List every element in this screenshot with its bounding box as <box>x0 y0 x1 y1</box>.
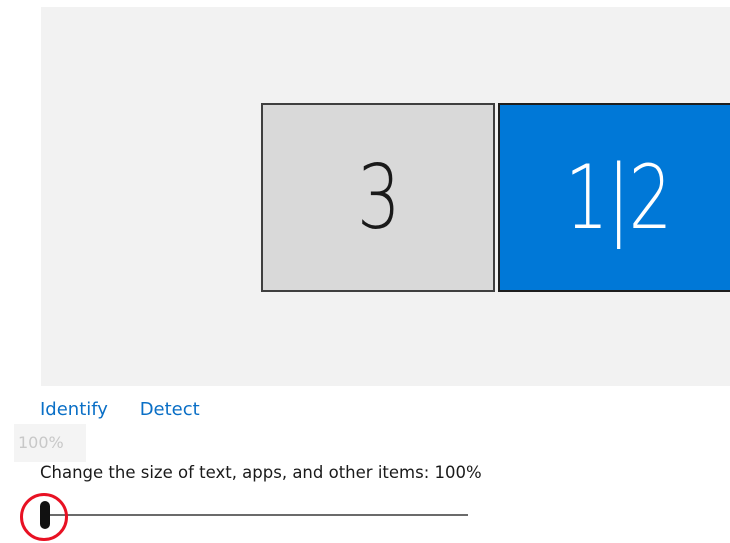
monitor-3-label: 3 <box>356 145 401 249</box>
display-settings-page: 3 1|2 Identify Detect 100% Change the si… <box>0 0 730 543</box>
identify-link[interactable]: Identify <box>40 399 108 420</box>
monitor-1-2-label: 1|2 <box>565 145 672 249</box>
monitor-1-2-tile[interactable]: 1|2 <box>498 103 730 292</box>
scale-value-tooltip: 100% <box>14 424 86 462</box>
scale-slider-track[interactable] <box>40 514 468 516</box>
monitor-3-tile[interactable]: 3 <box>261 103 495 292</box>
display-arrangement-area[interactable]: 3 1|2 <box>41 7 730 386</box>
scale-label: Change the size of text, apps, and other… <box>40 463 482 482</box>
detect-link[interactable]: Detect <box>140 399 200 420</box>
scale-slider[interactable] <box>40 500 468 530</box>
display-actions: Identify Detect <box>40 399 226 420</box>
scale-slider-thumb[interactable] <box>40 501 50 529</box>
